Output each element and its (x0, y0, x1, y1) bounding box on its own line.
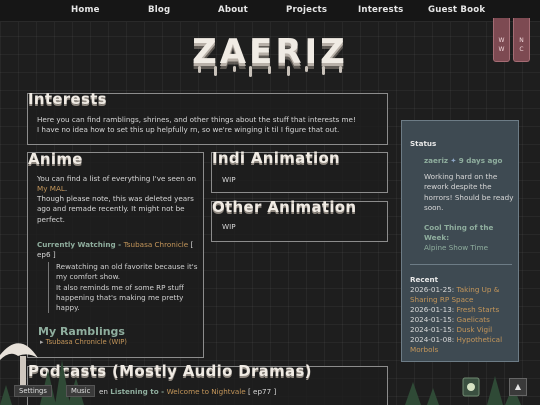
indie-animation-heading: Indi Animation (212, 149, 341, 167)
other-animation-heading: Other Animation (212, 198, 357, 216)
status-pin-icon: ✦ (450, 156, 457, 165)
nav-about[interactable]: About (218, 5, 248, 15)
interests-line-2: I have no idea how to set this up helpfu… (37, 125, 340, 134)
status-divider (410, 264, 512, 265)
currently-watching: Currently Watching - Tsubasa Chronicle [… (37, 240, 202, 261)
podcasts-line-prefix: en (99, 387, 108, 396)
settings-button[interactable]: Settings (14, 385, 52, 397)
podcasts-listening-label: Listening to - (110, 387, 167, 396)
top-nav: Home Blog About Projects Interests Guest… (0, 0, 540, 22)
recent-item-date: 2026-01-13: (410, 305, 455, 314)
recent-item[interactable]: 2024-01-15: Dusk Vigil (410, 325, 518, 335)
anime-intro-prefix: You can find a list of everything I've s… (37, 174, 197, 183)
nav-guest-book[interactable]: Guest Book (428, 5, 485, 15)
interests-line-1: Here you can find ramblings, shrines, an… (37, 115, 356, 124)
music-button[interactable]: Music (66, 385, 96, 397)
recent-item-date: 2026-01-25: (410, 285, 455, 294)
indie-animation-body: WIP (222, 175, 236, 184)
foliage-decoration (0, 343, 84, 405)
currently-watching-label: Currently Watching - (37, 240, 124, 249)
interests-heading: Interests (28, 90, 107, 108)
title-drips-decoration (198, 66, 342, 77)
other-animation-body: WIP (222, 222, 236, 231)
status-author-link[interactable]: zaeriz (424, 156, 448, 165)
nav-interests[interactable]: Interests (358, 5, 403, 15)
recent-item-title-link[interactable]: Dusk Vigil (457, 325, 493, 334)
scroll-to-top-button[interactable]: ▲ (509, 378, 527, 396)
status-label: Status (410, 139, 437, 148)
podcasts-title-link[interactable]: Welcome to Nightvale (167, 387, 246, 396)
recent-item-title-link[interactable]: Fresh Starts (457, 305, 500, 314)
recent-item-title-link[interactable]: Gaelicats (457, 315, 490, 324)
status-time: 9 days ago (458, 156, 503, 165)
cool-thing-label: Cool Thing of the Week: (424, 223, 494, 243)
recent-item[interactable]: 2024-01-15: Gaelicats (410, 315, 518, 325)
recent-item-date: 2024-01-15: (410, 315, 455, 324)
recent-label: Recent (410, 275, 439, 284)
recent-item[interactable]: 2026-01-25: Taking Up & Sharing RP Space (410, 285, 518, 306)
recent-item-date: 2024-01-15: (410, 325, 455, 334)
status-meta: zaeriz ✦ 9 days ago (424, 156, 502, 166)
podcasts-episode: [ ep77 ] (245, 387, 277, 396)
nav-blog[interactable]: Blog (148, 5, 170, 15)
podcasts-listening: en Listening to - Welcome to Nightvale [… (99, 387, 276, 397)
anime-intro: You can find a list of everything I've s… (37, 174, 199, 195)
currently-watching-title-link[interactable]: Tsubasa Chronicle (124, 240, 189, 249)
status-sidebar: Status zaeriz ✦ 9 days ago Working hard … (401, 120, 519, 362)
anime-heading: Anime (28, 150, 83, 168)
anime-note: Though please note, this was deleted yea… (37, 194, 194, 224)
recent-item-date: 2024-01-08: (410, 335, 455, 344)
nav-projects[interactable]: Projects (286, 5, 327, 15)
my-mal-link[interactable]: My MAL (37, 184, 65, 193)
cool-thing-value[interactable]: Alpine Show Time (424, 243, 516, 253)
nav-home[interactable]: Home (71, 5, 100, 15)
currently-watching-episode: ep6 ] (37, 250, 56, 260)
recent-item[interactable]: 2026-01-13: Fresh Starts (410, 305, 518, 315)
status-body: Working hard on the rework despite the h… (424, 172, 514, 212)
anime-intro-suffix: . (64, 184, 68, 194)
currently-watching-bracket: [ (188, 240, 194, 249)
